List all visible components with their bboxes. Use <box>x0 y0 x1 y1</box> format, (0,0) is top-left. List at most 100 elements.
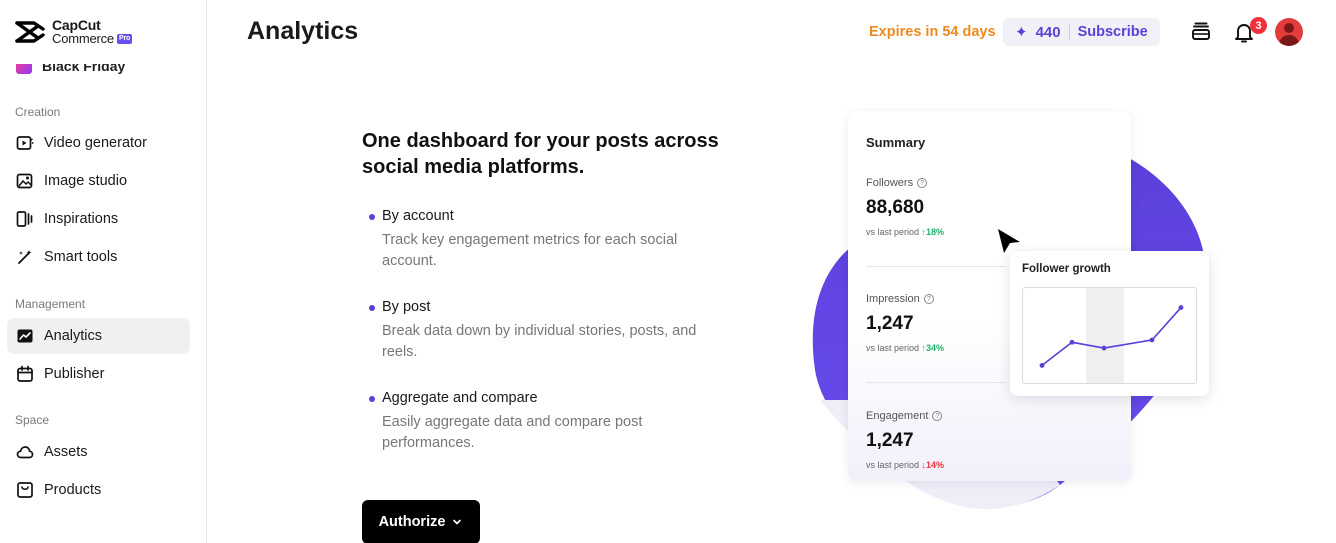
analytics-chart-icon <box>17 329 33 343</box>
section-label-space: Space <box>15 413 50 427</box>
help-icon: ? <box>932 411 943 421</box>
bullet-dot <box>369 214 375 220</box>
feature-title: Aggregate and compare <box>382 390 538 406</box>
metric-label: Engagement <box>866 410 929 422</box>
metric-impression: Impression? 1,247 vs last period ↑34% <box>866 293 944 353</box>
sidebar: CapCut Commerce Pro Black Friday Creatio… <box>0 0 207 543</box>
bullet-dot <box>369 396 375 402</box>
capcut-commerce-logo[interactable]: CapCut Commerce Pro <box>14 18 133 46</box>
divider <box>866 266 1006 267</box>
sidebar-item-label: Smart tools <box>44 249 118 265</box>
follower-growth-card: Follower growth <box>1010 251 1209 396</box>
magic-wand-icon <box>18 250 32 264</box>
section-label-creation: Creation <box>15 105 61 119</box>
metric-value: 1,247 <box>866 313 914 334</box>
metric-label: Followers <box>866 177 914 189</box>
notification-badge: 3 <box>1250 17 1267 34</box>
divider <box>1068 24 1070 40</box>
sidebar-item-label: Products <box>44 482 102 498</box>
metric-value: 88,680 <box>866 197 925 218</box>
feature-desc: Break data down by individual stories, p… <box>382 323 697 360</box>
help-icon: ? <box>923 294 934 304</box>
feature-by-post: By post Break data down by individual st… <box>369 299 729 363</box>
expires-notice[interactable]: Expires in 54 days <box>869 24 996 40</box>
metric-value: 1,247 <box>866 430 914 451</box>
capcut-logo-icon <box>15 21 45 43</box>
sidebar-item-analytics[interactable]: Analytics <box>7 318 190 354</box>
sidebar-item-label: Image studio <box>44 173 128 189</box>
sidebar-item-publisher[interactable]: Publisher <box>7 356 190 392</box>
bullet-dot <box>369 305 375 311</box>
growth-point-3 <box>1149 337 1155 343</box>
sparkle-icon: ✦ <box>1015 24 1028 41</box>
authorize-label: Authorize <box>378 514 446 530</box>
credits-count: 440 <box>1035 23 1061 41</box>
avatar-body <box>1279 35 1299 46</box>
metric-compare: vs last period ↑18% <box>866 227 944 237</box>
sidebar-item-image-studio[interactable]: Image studio <box>7 163 190 199</box>
help-icon: ? <box>917 178 928 188</box>
logo-wordmark: CapCut Commerce Pro <box>52 18 133 46</box>
image-sparkle-icon <box>16 173 33 189</box>
sidebar-item-assets[interactable]: Assets <box>7 434 190 470</box>
change-value: ↑34% <box>921 343 945 353</box>
sidebar-item-label: Analytics <box>44 328 103 344</box>
section-label-management: Management <box>15 297 86 311</box>
summary-title: Summary <box>866 135 926 150</box>
compare-label: vs last period <box>866 343 920 353</box>
growth-point-2 <box>1101 345 1107 351</box>
credits-pill[interactable]: ✦ 440 Subscribe <box>1003 18 1160 46</box>
sidebar-item-label: Inspirations <box>44 211 119 227</box>
feature-desc: Track key engagement metrics for each so… <box>382 232 678 269</box>
avatar[interactable] <box>1275 18 1303 46</box>
sidebar-item-inspirations[interactable]: Inspirations <box>7 201 190 237</box>
sidebar-item-label: Assets <box>44 444 88 460</box>
compare-label: vs last period <box>866 227 920 237</box>
feature-desc: Easily aggregate data and compare post p… <box>382 414 643 451</box>
metric-label-row: Followers? <box>866 177 944 189</box>
metric-compare: vs last period ↑34% <box>866 343 944 353</box>
sidebar-item-label: Video generator <box>44 135 147 151</box>
metric-label-row: Engagement? <box>866 410 944 422</box>
compare-label: vs last period <box>866 460 920 470</box>
feature-aggregate: Aggregate and compare Easily aggregate d… <box>369 390 729 454</box>
feature-by-account: By account Track key engagement metrics … <box>369 208 729 272</box>
change-value: ↑18% <box>921 227 945 237</box>
sidebar-item-video-generator[interactable]: Video generator <box>7 125 190 161</box>
metric-engagement: Engagement? 1,247 vs last period ↓14% <box>866 410 944 470</box>
metric-compare: vs last period ↓14% <box>866 460 944 470</box>
pro-badge: Pro <box>116 33 133 44</box>
growth-chart <box>1022 287 1197 384</box>
sidebar-item-smart-tools[interactable]: Smart tools <box>7 239 190 275</box>
feature-title: By post <box>382 299 431 315</box>
metric-label: Impression <box>866 293 920 305</box>
headline: One dashboard for your posts across soci… <box>362 130 719 178</box>
growth-point-1 <box>1069 339 1075 345</box>
growth-point-4 <box>1178 305 1184 310</box>
highlight-band <box>1086 288 1124 383</box>
video-play-icon <box>16 136 34 150</box>
metric-followers: Followers? 88,680 vs last period ↑18% <box>866 177 944 237</box>
change-value: ↓14% <box>921 460 945 470</box>
sidebar-item-black-friday[interactable]: Black Friday <box>16 58 126 76</box>
subscribe-button[interactable]: Subscribe <box>1078 24 1148 40</box>
analytics-illustration: Summary Followers? 88,680 vs last period… <box>800 100 1230 520</box>
page-title: Analytics <box>247 17 359 45</box>
bag-icon <box>17 482 33 498</box>
black-friday-icon <box>16 64 32 74</box>
stack-icon[interactable] <box>1190 21 1212 43</box>
sidebar-item-label: Publisher <box>44 366 105 382</box>
authorize-button[interactable]: Authorize <box>362 500 480 543</box>
inspirations-icon <box>16 211 33 227</box>
divider <box>866 382 1006 383</box>
logo-line2: Commerce Pro <box>52 31 133 46</box>
cloud-icon <box>16 446 34 459</box>
sidebar-item-products[interactable]: Products <box>7 472 190 508</box>
growth-line-chart <box>1039 288 1184 383</box>
sidebar-item-label: Black Friday <box>42 58 126 74</box>
metric-label-row: Impression? <box>866 293 944 305</box>
growth-title: Follower growth <box>1022 263 1111 275</box>
calendar-icon <box>17 365 33 382</box>
chevron-down-icon <box>453 519 462 525</box>
logo-line2-text: Commerce <box>52 31 114 46</box>
